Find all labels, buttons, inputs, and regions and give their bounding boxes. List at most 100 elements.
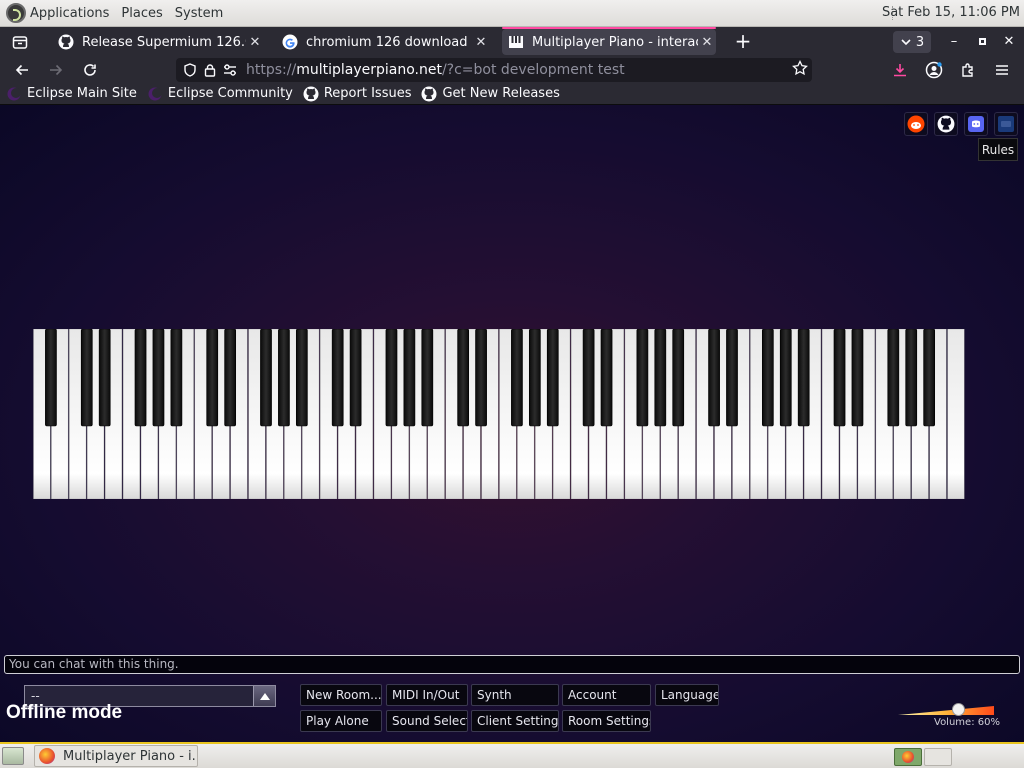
system-menu[interactable]: System: [175, 6, 223, 21]
play-alone-button[interactable]: Play Alone: [300, 710, 382, 732]
bookmark-eclipse-main-site[interactable]: Eclipse Main Site: [6, 86, 137, 102]
volume-track[interactable]: [898, 703, 994, 717]
black-key[interactable]: [295, 329, 308, 427]
black-key[interactable]: [636, 329, 649, 427]
account-button-page[interactable]: Account: [562, 684, 651, 706]
black-key[interactable]: [654, 329, 667, 427]
workspace-2[interactable]: [924, 748, 952, 766]
black-key[interactable]: [923, 329, 936, 427]
applications-menu[interactable]: Applications: [30, 6, 109, 21]
black-key[interactable]: [45, 329, 57, 427]
black-key[interactable]: [761, 329, 774, 427]
black-key[interactable]: [475, 329, 487, 427]
black-key[interactable]: [905, 329, 918, 427]
black-key[interactable]: [331, 329, 344, 427]
black-key[interactable]: [403, 329, 416, 427]
close-window-icon[interactable]: ✕: [1000, 33, 1018, 51]
client-settings-button[interactable]: Client Settings: [471, 710, 559, 732]
piano-keyboard[interactable]: [33, 329, 965, 499]
forward-button[interactable]: [44, 59, 68, 81]
black-key[interactable]: [349, 329, 362, 427]
black-key[interactable]: [421, 329, 434, 427]
volume-knob[interactable]: [951, 703, 965, 716]
black-key[interactable]: [833, 329, 846, 427]
show-desktop-icon[interactable]: [2, 747, 24, 765]
black-key[interactable]: [134, 329, 147, 427]
chat-input[interactable]: You can chat with this thing.: [4, 655, 1020, 674]
bookmark-get-new-releases[interactable]: Get New Releases: [421, 86, 560, 102]
url-bar[interactable]: https://multiplayerpiano.net/?c=bot deve…: [176, 58, 812, 82]
black-key[interactable]: [152, 329, 165, 427]
rules-button[interactable]: Rules: [978, 138, 1018, 161]
triangle-up-icon[interactable]: [253, 686, 275, 706]
taskbar-window-button[interactable]: Multiplayer Piano - i...: [34, 745, 198, 767]
synth-button[interactable]: Synth: [471, 684, 559, 706]
black-key[interactable]: [600, 329, 613, 427]
extensions-button[interactable]: [956, 59, 980, 81]
tab-chromium-search[interactable]: chromium 126 download linux ✕: [276, 29, 490, 55]
distro-logo-icon[interactable]: [6, 3, 26, 23]
github-icon[interactable]: [934, 112, 958, 136]
tab-supermium[interactable]: Release Supermium 126.0.64 ✕: [52, 29, 264, 55]
language-button[interactable]: Language: [655, 684, 719, 706]
piano-icon: [508, 34, 524, 50]
bookmark-eclipse-community[interactable]: Eclipse Community: [147, 86, 293, 102]
black-key[interactable]: [385, 329, 398, 427]
downloads-button[interactable]: [888, 59, 912, 81]
tab-list-button[interactable]: [5, 27, 35, 57]
reddit-icon[interactable]: [904, 112, 928, 136]
permissions-icon[interactable]: [220, 63, 240, 77]
close-tab-icon[interactable]: ✕: [698, 35, 716, 50]
bookmark-label: Report Issues: [323, 86, 412, 101]
black-key[interactable]: [528, 329, 541, 427]
tab-title: Release Supermium 126.0.64: [82, 34, 246, 50]
lock-icon[interactable]: [200, 63, 220, 77]
black-key[interactable]: [457, 329, 470, 427]
clock[interactable]: Sat Feb 15, 11:06 PM: [882, 5, 1020, 20]
new-tab-plus-icon[interactable]: +: [732, 31, 754, 53]
black-key[interactable]: [779, 329, 792, 427]
black-key[interactable]: [726, 329, 738, 427]
black-key[interactable]: [851, 329, 864, 427]
account-button[interactable]: [922, 59, 946, 81]
minimize-icon[interactable]: –: [945, 33, 963, 51]
piano-keys[interactable]: [33, 329, 965, 499]
sound-select-button[interactable]: Sound Select: [386, 710, 468, 732]
black-key[interactable]: [98, 329, 111, 427]
black-key[interactable]: [672, 329, 685, 427]
black-key[interactable]: [582, 329, 595, 427]
volume-slider[interactable]: Volume: 60%: [898, 703, 1000, 733]
white-key[interactable]: [947, 329, 965, 499]
app-menu-button[interactable]: [990, 59, 1014, 81]
close-tab-icon[interactable]: ✕: [246, 35, 264, 50]
black-key[interactable]: [224, 329, 237, 427]
new-room-button[interactable]: New Room...: [300, 684, 382, 706]
tracking-protection-shield-icon[interactable]: [180, 63, 200, 77]
facebook-icon[interactable]: [994, 112, 1018, 136]
bookmark-report-issues[interactable]: Report Issues: [303, 86, 412, 102]
bottom-panel: Multiplayer Piano - i...: [0, 742, 1024, 768]
room-settings-button[interactable]: Room Settings: [562, 710, 651, 732]
black-key[interactable]: [170, 329, 183, 427]
black-key[interactable]: [797, 329, 810, 427]
black-key[interactable]: [278, 329, 290, 427]
black-key[interactable]: [80, 329, 93, 427]
black-key[interactable]: [206, 329, 219, 427]
black-key[interactable]: [511, 329, 523, 427]
back-button[interactable]: [10, 59, 34, 81]
tab-multiplayer-piano[interactable]: Multiplayer Piano - interactive ✕: [502, 27, 716, 55]
url-text[interactable]: https://multiplayerpiano.net/?c=bot deve…: [246, 62, 625, 78]
tab-count-button[interactable]: 3: [893, 31, 931, 53]
workspace-1[interactable]: [894, 748, 922, 766]
black-key[interactable]: [887, 329, 900, 427]
close-tab-icon[interactable]: ✕: [472, 35, 490, 50]
reload-button[interactable]: [78, 59, 102, 81]
black-key[interactable]: [546, 329, 559, 427]
black-key[interactable]: [260, 329, 272, 427]
black-key[interactable]: [708, 329, 720, 427]
discord-icon[interactable]: [964, 112, 988, 136]
bookmark-star-icon[interactable]: [792, 59, 808, 80]
places-menu[interactable]: Places: [121, 6, 162, 21]
maximize-icon[interactable]: [973, 33, 991, 51]
midi-in-out-button[interactable]: MIDI In/Out: [386, 684, 468, 706]
